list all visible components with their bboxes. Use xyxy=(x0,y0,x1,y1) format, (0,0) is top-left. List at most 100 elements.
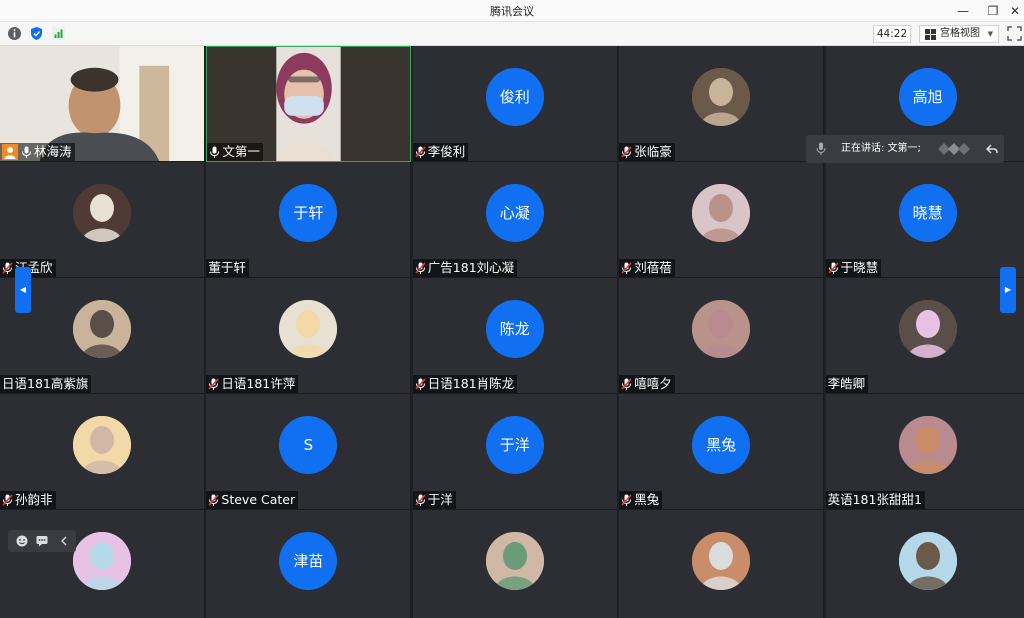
avatar-image-icon xyxy=(898,416,957,474)
chevron-down-icon: ▼ xyxy=(987,30,993,38)
participant-tile[interactable]: 嘻嘻夕 xyxy=(619,278,825,394)
participant-name-tag: 日语181肖陈龙 xyxy=(412,375,518,393)
speaking-text: 正在讲话: 文第一; xyxy=(841,143,921,154)
mic-muted-icon xyxy=(208,378,219,390)
close-button[interactable]: ✕ xyxy=(1004,1,1024,21)
participant-name: 日语181肖陈龙 xyxy=(427,376,515,391)
participant-name: 李俊利 xyxy=(427,144,466,159)
mic-muted-icon xyxy=(415,378,426,390)
info-icon[interactable] xyxy=(7,26,22,41)
mic-muted-icon xyxy=(827,262,839,274)
participant-avatar-photo xyxy=(898,300,957,358)
avatar-image-icon xyxy=(898,532,957,590)
avatar-image-icon xyxy=(692,184,751,242)
participant-tile[interactable]: 陈龙日语181肖陈龙 xyxy=(412,278,618,394)
participant-avatar: 津苗 xyxy=(279,532,338,590)
participant-avatar-photo xyxy=(485,532,544,590)
mic-muted-icon xyxy=(415,494,426,506)
avatar-image-icon xyxy=(73,532,131,590)
participant-name: 于晓慧 xyxy=(840,260,879,275)
participant-name-tag: 张临豪 xyxy=(619,143,675,161)
emoji-icon[interactable] xyxy=(16,535,28,547)
participant-tile[interactable] xyxy=(825,510,1024,618)
participant-tile[interactable]: 文第一 xyxy=(206,46,412,162)
participant-name-tag: 李俊利 xyxy=(412,143,469,161)
participant-avatar-photo xyxy=(692,300,751,358)
participant-name: Steve Cater xyxy=(221,492,296,507)
participant-tile[interactable]: 日语181许萍 xyxy=(206,278,412,394)
previous-page-button[interactable]: ◀ xyxy=(15,267,31,313)
chevron-left-icon[interactable] xyxy=(58,535,70,547)
participant-avatar: 黑兔 xyxy=(692,416,751,474)
participant-tile[interactable]: 李皓卿 xyxy=(825,278,1024,394)
fullscreen-icon[interactable] xyxy=(1007,26,1022,41)
participant-tile[interactable]: 张临豪 xyxy=(619,46,825,162)
participant-tile[interactable]: 晓慧 于晓慧 xyxy=(825,162,1024,278)
audio-wave-icon xyxy=(938,143,970,155)
participant-name-tag: Steve Cater xyxy=(206,491,299,509)
host-badge-icon xyxy=(2,144,18,160)
participant-tile[interactable]: 俊利李俊利 xyxy=(412,46,618,162)
participant-avatar: 陈龙 xyxy=(485,300,544,358)
floating-mini-toolbar xyxy=(8,530,76,552)
participant-tile[interactable]: 刘蓓蓓 xyxy=(619,162,825,278)
participant-name-tag: 文第一 xyxy=(207,143,263,161)
mic-muted-icon xyxy=(208,494,219,506)
avatar-image-icon xyxy=(898,300,957,358)
participant-avatar: 高旭 xyxy=(898,68,957,126)
participant-name: 林海涛 xyxy=(34,144,72,159)
participant-name: 日语181高紫旗 xyxy=(2,376,89,391)
participant-tile[interactable]: 心凝广告181刘心凝 xyxy=(412,162,618,278)
participant-name: 英语181张甜甜1 xyxy=(827,492,922,507)
collapse-arrow-icon[interactable] xyxy=(986,143,998,155)
mic-muted-icon xyxy=(2,262,13,274)
chevron-right-icon: ▶ xyxy=(1004,285,1012,294)
participant-name: 于洋 xyxy=(427,492,453,507)
participant-name: 文第一 xyxy=(222,144,260,159)
participant-tile[interactable] xyxy=(0,510,205,618)
participant-avatar: S xyxy=(279,416,338,474)
participant-name-tag: 嘻嘻夕 xyxy=(619,375,675,393)
participant-name: 黑兔 xyxy=(634,492,660,507)
participant-name-tag: 英语181张甜甜1 xyxy=(825,491,925,509)
meeting-window: 腾讯会议 — ❐ ✕ 44:22 宫格视图 ▼ 林海涛 文第一 俊利 李俊利 张… xyxy=(0,0,1024,618)
participant-name-tag: 刘蓓蓓 xyxy=(619,259,675,277)
participant-name-tag: 董于轩 xyxy=(206,259,249,277)
participant-avatar-photo xyxy=(73,184,131,242)
participant-name: 刘蓓蓓 xyxy=(634,260,672,275)
avatar-image-icon xyxy=(73,416,131,474)
participant-tile[interactable] xyxy=(412,510,618,618)
avatar-image-icon xyxy=(485,532,544,590)
participant-avatar-photo xyxy=(73,532,131,590)
participant-name: 广告181刘心凝 xyxy=(427,260,515,275)
participant-tile[interactable]: 津苗 xyxy=(206,510,412,618)
participant-avatar: 于洋 xyxy=(485,416,544,474)
participant-tile[interactable]: 孙韵非 xyxy=(0,394,205,510)
participant-name-tag: 孙韵非 xyxy=(0,491,56,509)
participant-tile[interactable] xyxy=(619,510,825,618)
participant-avatar: 心凝 xyxy=(485,184,544,242)
next-page-button[interactable]: ▶ xyxy=(1000,267,1016,313)
participant-name: 董于轩 xyxy=(208,260,246,275)
view-mode-label: 宫格视图 xyxy=(940,28,980,39)
participant-name-tag: 日语181许萍 xyxy=(206,375,299,393)
network-signal-icon[interactable] xyxy=(51,26,66,41)
grid-view-icon xyxy=(925,29,936,40)
participant-tile[interactable]: S Steve Cater xyxy=(206,394,412,510)
participant-avatar-photo xyxy=(73,416,131,474)
participant-name-tag: 日语181高紫旗 xyxy=(0,375,92,393)
avatar-image-icon xyxy=(692,68,751,126)
chat-icon[interactable] xyxy=(36,535,48,547)
participant-tile[interactable]: 于洋 于洋 xyxy=(412,394,618,510)
participant-avatar: 俊利 xyxy=(485,68,544,126)
participant-tile[interactable]: 林海涛 xyxy=(0,46,205,162)
participant-tile[interactable]: 黑兔 黑兔 xyxy=(619,394,825,510)
participant-tile[interactable]: 于轩 董于轩 xyxy=(206,162,412,278)
participant-tile[interactable]: 汪孟欣 xyxy=(0,162,205,278)
security-shield-icon[interactable] xyxy=(29,26,44,41)
minimize-button[interactable]: — xyxy=(952,1,974,21)
participant-tile[interactable]: 英语181张甜甜1 xyxy=(825,394,1024,510)
participant-name: 孙韵非 xyxy=(15,492,53,507)
maximize-button[interactable]: ❐ xyxy=(982,1,1004,21)
view-mode-select[interactable]: 宫格视图 ▼ xyxy=(919,25,999,43)
